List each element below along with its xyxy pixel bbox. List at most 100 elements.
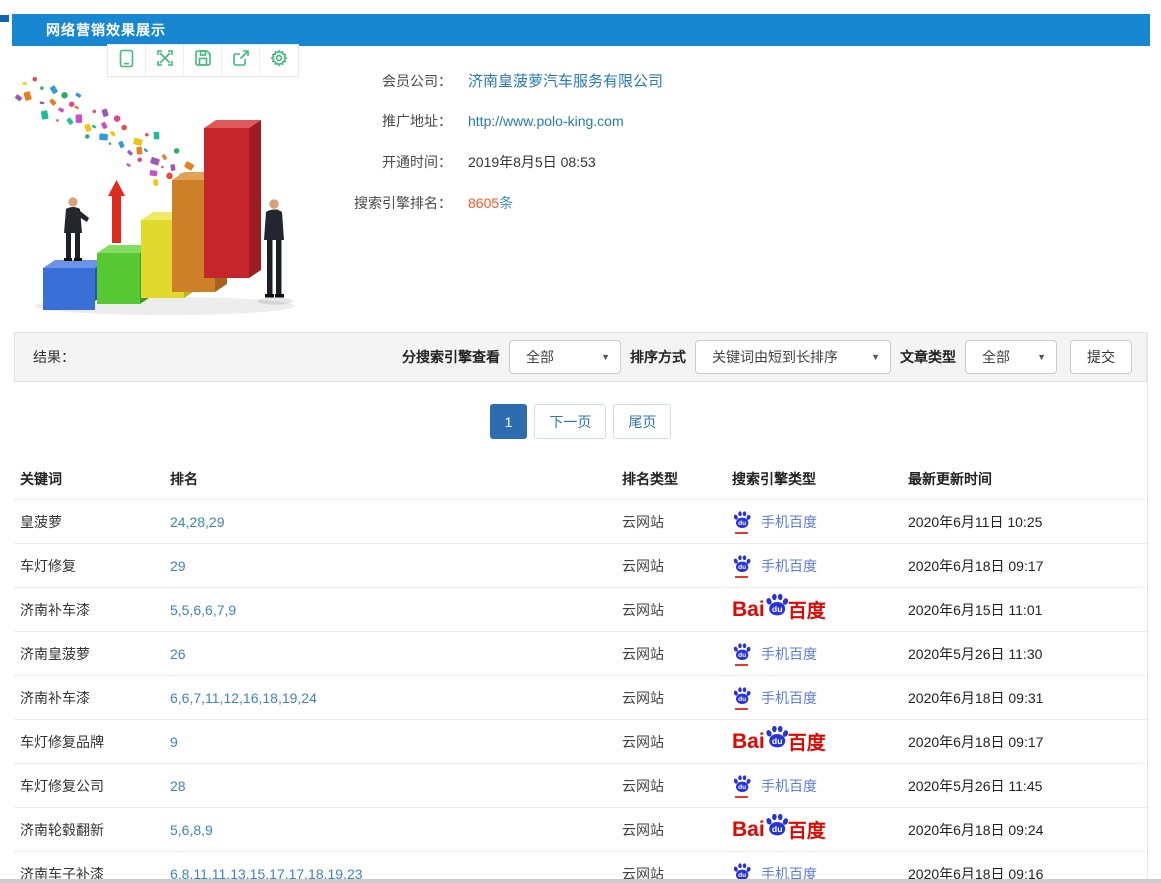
rank-type-cell: 云网站 — [622, 820, 732, 840]
article-type-select-value: 全部 — [982, 347, 1010, 367]
table-row: 车灯修复公司 28 云网站 du手机百度 2020年5月26日 11:45 — [14, 764, 1147, 808]
engine-select[interactable]: 全部 ▼ — [509, 340, 621, 374]
ranking-table: 关键词 排名 排名类型 搜索引擎类型 最新更新时间 皇菠萝 24,28,29 云… — [14, 458, 1147, 883]
mobile-baidu-link[interactable]: du 手机百度 — [732, 554, 817, 578]
baidu-logo-bai: Bai — [732, 730, 765, 754]
mobile-baidu-link[interactable]: du 手机百度 — [732, 686, 817, 710]
col-header-ranking: 排名 — [170, 469, 622, 489]
rank-type-cell: 云网站 — [622, 776, 732, 796]
mobile-baidu-link[interactable]: du 手机百度 — [732, 774, 817, 798]
open-time-value: 2019年8月5日 08:53 — [468, 152, 596, 172]
mobile-baidu-label: 手机百度 — [761, 556, 817, 576]
updated-cell: 2020年6月11日 10:25 — [908, 512, 1141, 532]
keyword-cell: 济南轮毂翻新 — [20, 820, 170, 840]
bar-red — [204, 120, 261, 278]
baidu-logo-link[interactable]: Baidu 百度 — [732, 724, 826, 759]
keyword-cell: 济南补车漆 — [20, 600, 170, 620]
engine-filter-label: 分搜索引擎查看 — [402, 347, 500, 367]
last-page-button[interactable]: 尾页 — [613, 404, 671, 439]
baidu-paw-icon: du — [732, 774, 754, 798]
rank-type-cell: 云网站 — [622, 688, 732, 708]
ranking-links[interactable]: 5,5,6,6,7,9 — [170, 602, 622, 618]
rank-count-label: 搜索引擎排名： — [340, 193, 452, 213]
rank-type-cell: 云网站 — [622, 512, 732, 532]
rank-count-unit: 条 — [499, 195, 513, 211]
company-link[interactable]: 济南皇菠萝汽车服务有限公司 — [468, 70, 663, 91]
keyword-cell: 车灯修复 — [20, 556, 170, 576]
promo-url-link[interactable]: http://www.polo-king.com — [468, 113, 624, 129]
page-1-button[interactable]: 1 — [490, 404, 528, 439]
result-label: 结果： — [33, 347, 75, 367]
updated-cell: 2020年6月15日 11:01 — [908, 600, 1141, 620]
updated-cell: 2020年6月18日 09:24 — [908, 820, 1141, 840]
table-row: 皇菠萝 24,28,29 云网站 du手机百度 2020年6月11日 10:25 — [14, 500, 1147, 544]
mobile-baidu-link[interactable]: du 手机百度 — [732, 642, 817, 666]
filter-bar: 结果： 分搜索引擎查看 全部 ▼ 排序方式 关键词由短到长排序 ▼ 文章类型 全… — [14, 332, 1147, 382]
table-row: 济南皇菠萝 26 云网站 du手机百度 2020年5月26日 11:30 — [14, 632, 1147, 676]
ranking-links[interactable]: 28 — [170, 778, 622, 794]
pagination: 1 下一页 尾页 — [0, 404, 1161, 439]
hero-illustration — [15, 68, 330, 318]
sort-select[interactable]: 关键词由短到长排序 ▼ — [695, 340, 891, 374]
baidu-paw-icon: du — [732, 642, 754, 666]
person-right — [257, 199, 293, 304]
baidu-logo-text: 百度 — [788, 816, 826, 843]
table-row: 济南轮毂翻新 5,6,8,9 云网站 Baidu百度 2020年6月18日 09… — [14, 808, 1147, 852]
sort-filter-label: 排序方式 — [630, 347, 686, 367]
promo-url-label: 推广地址： — [340, 111, 452, 131]
page-header: 网络营销效果展示 — [12, 14, 1150, 46]
baidu-paw-icon: du — [764, 592, 790, 621]
table-header-row: 关键词 排名 排名类型 搜索引擎类型 最新更新时间 — [14, 458, 1147, 500]
ranking-links[interactable]: 5,6,8,9 — [170, 822, 622, 838]
mobile-baidu-label: 手机百度 — [761, 688, 817, 708]
baidu-logo-bai: Bai — [732, 598, 765, 622]
svg-text:du: du — [772, 604, 783, 614]
keyword-cell: 济南补车漆 — [20, 688, 170, 708]
ranking-links[interactable]: 9 — [170, 734, 622, 750]
ranking-links[interactable]: 29 — [170, 558, 622, 574]
baidu-logo-text: 百度 — [788, 728, 826, 755]
updated-cell: 2020年6月18日 09:17 — [908, 556, 1141, 576]
sort-select-value: 关键词由短到长排序 — [712, 347, 838, 367]
col-header-keyword: 关键词 — [20, 469, 170, 489]
article-type-label: 文章类型 — [900, 347, 956, 367]
mobile-baidu-label: 手机百度 — [761, 644, 817, 664]
mobile-baidu-link[interactable]: du手机百度 — [732, 510, 817, 534]
chevron-down-icon: ▼ — [871, 352, 880, 362]
content-right-border — [1147, 332, 1148, 880]
horizontal-scrollbar[interactable] — [0, 879, 1161, 883]
baidu-logo-link[interactable]: Baidu百度 — [732, 812, 826, 847]
engine-cell: du 手机百度 — [732, 642, 908, 666]
engine-cell: Baidu百度 — [732, 812, 908, 847]
svg-text:du: du — [738, 696, 746, 703]
info-row-open-time: 开通时间： 2019年8月5日 08:53 — [340, 152, 900, 172]
engine-cell: du手机百度 — [732, 510, 908, 534]
baidu-paw-icon: du — [732, 554, 754, 578]
engine-cell: du 手机百度 — [732, 554, 908, 578]
filter-controls: 分搜索引擎查看 全部 ▼ 排序方式 关键词由短到长排序 ▼ 文章类型 全部 ▼ … — [402, 340, 1132, 374]
engine-cell: Baidu 百度 — [732, 724, 908, 759]
keyword-cell: 皇菠萝 — [20, 512, 170, 532]
ranking-links[interactable]: 26 — [170, 646, 622, 662]
mobile-baidu-label: 手机百度 — [761, 776, 817, 796]
updated-cell: 2020年6月18日 09:31 — [908, 688, 1141, 708]
article-type-select[interactable]: 全部 ▼ — [965, 340, 1057, 374]
baidu-paw-icon: du — [764, 724, 790, 753]
rank-count-value: 8605条 — [468, 193, 513, 213]
next-page-button[interactable]: 下一页 — [534, 404, 606, 439]
rank-type-cell: 云网站 — [622, 556, 732, 576]
ranking-links[interactable]: 6,6,7,11,12,16,18,19,24 — [170, 690, 622, 706]
submit-button[interactable]: 提交 — [1070, 340, 1132, 374]
ranking-links[interactable]: 24,28,29 — [170, 514, 622, 530]
rank-type-cell: 云网站 — [622, 644, 732, 664]
svg-text:du: du — [738, 784, 746, 791]
updated-cell: 2020年5月26日 11:45 — [908, 776, 1141, 796]
svg-text:du: du — [772, 736, 783, 746]
baidu-logo-link[interactable]: Baidu百度 — [732, 592, 826, 627]
info-row-rank-count: 搜索引擎排名： 8605条 — [340, 193, 900, 213]
engine-cell: du 手机百度 — [732, 686, 908, 710]
keyword-cell: 济南皇菠萝 — [20, 644, 170, 664]
page-title: 网络营销效果展示 — [12, 20, 166, 40]
baidu-paw-icon: du — [764, 812, 790, 841]
engine-cell: du 手机百度 — [732, 774, 908, 798]
